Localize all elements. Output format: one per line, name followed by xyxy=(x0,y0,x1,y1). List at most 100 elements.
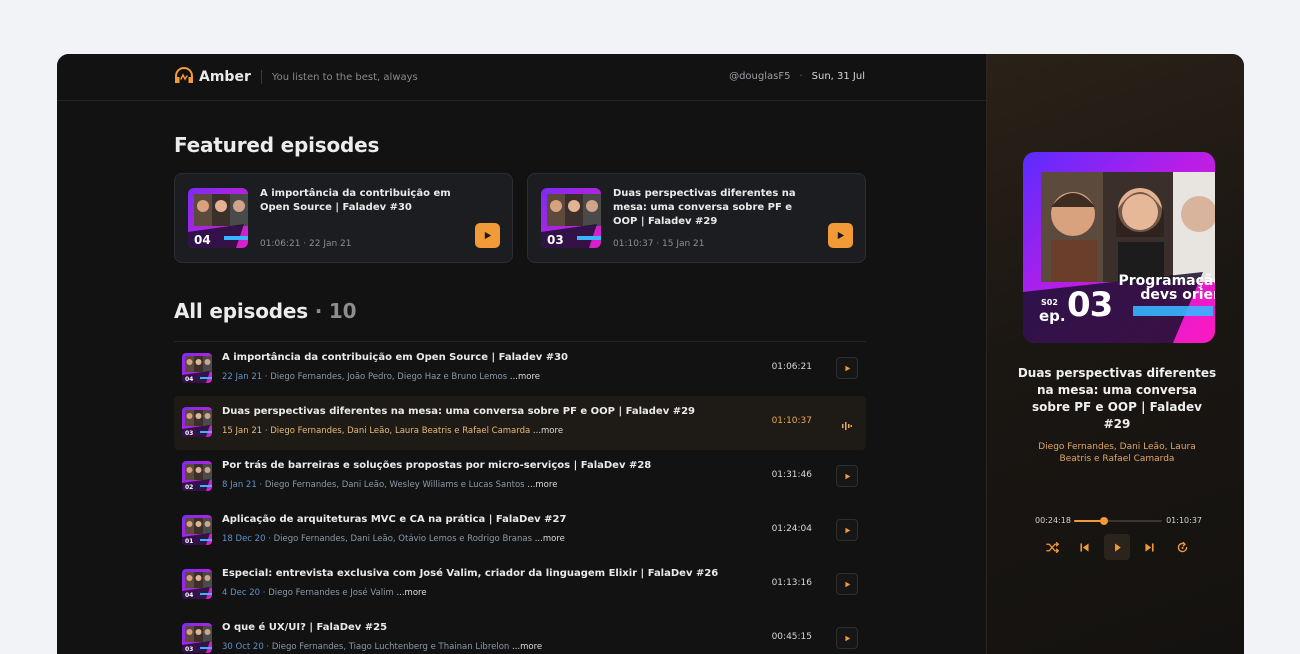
episode-count: · 10 xyxy=(314,299,357,323)
episode-title: Especial: entrevista exclusiva com José … xyxy=(222,568,719,579)
play-button[interactable] xyxy=(828,223,853,248)
previous-button[interactable] xyxy=(1072,534,1098,560)
episode-thumbnail: 03 xyxy=(182,623,212,653)
episode-authors: Diego Fernandes, Dani Leão, Otávio Lemos… xyxy=(273,534,533,544)
progress-row: 00:24:18 01:10:37 xyxy=(1035,514,1202,526)
progress-knob[interactable] xyxy=(1100,517,1109,525)
episode-title: Por trás de barreiras e soluções propost… xyxy=(222,460,652,471)
episode-meta: 18 Dec 20 · Diego Fernandes, Dani Leão, … xyxy=(222,534,565,544)
featured-episode-title: Duas perspectivas diferentes na mesa: um… xyxy=(613,188,796,227)
episode-title: A importância da contribuição em Open So… xyxy=(222,352,569,363)
episode-date: 22 Jan 21 xyxy=(222,372,263,382)
episode-thumbnail: 04 xyxy=(188,188,248,248)
svg-text:03: 03 xyxy=(547,233,564,247)
svg-text:04: 04 xyxy=(185,592,193,599)
current-date: Sun, 31 Jul xyxy=(811,71,865,82)
episode-row[interactable]: 03 Duas perspectivas diferentes na mesa:… xyxy=(174,396,866,450)
svg-text:04: 04 xyxy=(194,233,211,247)
episode-thumbnail: 03 xyxy=(182,407,212,437)
episode-row[interactable]: 04 A importância da contribuição em Open… xyxy=(174,342,866,396)
row-play-button[interactable] xyxy=(836,357,858,379)
episode-date: 30 Oct 20 xyxy=(222,642,264,652)
more-link[interactable]: ...more xyxy=(512,642,542,652)
play-pause-button[interactable] xyxy=(1104,534,1130,560)
episode-thumbnail: 04 xyxy=(182,569,212,599)
featured-card[interactable]: 04 A importância da contribuição em Open… xyxy=(174,173,513,263)
episode-date: 8 Jan 21 xyxy=(222,480,257,490)
tagline: You listen to the best, always xyxy=(271,71,418,83)
brand-name: Amber xyxy=(199,69,251,85)
featured-card[interactable]: 03 Duas perspectivas diferentes na mesa:… xyxy=(527,173,866,263)
cover-ep-label: ep. xyxy=(1039,307,1066,325)
headphones-logo-icon xyxy=(174,67,194,87)
row-play-button[interactable] xyxy=(836,573,858,595)
episode-thumbnail: 03 xyxy=(541,188,601,248)
progress-bar[interactable] xyxy=(1074,517,1162,525)
episode-row[interactable]: 03 O que é UX/UI? | FalaDev #25 30 Oct 2… xyxy=(174,612,866,654)
total-time: 01:10:37 xyxy=(1166,516,1202,525)
episode-duration: 01:13:16 xyxy=(771,578,812,588)
player-controls xyxy=(1039,534,1195,560)
episode-authors: Diego Fernandes e José Valim xyxy=(268,588,394,598)
svg-text:04: 04 xyxy=(185,376,193,383)
more-link[interactable]: ...more xyxy=(396,588,426,598)
row-play-button[interactable] xyxy=(836,465,858,487)
more-link[interactable]: ...more xyxy=(533,426,563,436)
svg-text:03: 03 xyxy=(185,430,193,437)
brand[interactable]: Amber You listen to the best, always xyxy=(174,67,418,87)
more-link[interactable]: ...more xyxy=(527,480,557,490)
username[interactable]: @douglasF5 xyxy=(729,71,790,82)
cover-season: S02 xyxy=(1041,298,1058,307)
episode-thumbnail: 04 xyxy=(182,353,212,383)
episode-duration: 01:31:46 xyxy=(771,470,812,480)
now-playing-title: Duas perspectivas diferentes na mesa: um… xyxy=(1017,366,1217,431)
more-link[interactable]: ...more xyxy=(535,534,565,544)
episode-date: 4 Dec 20 xyxy=(222,588,261,598)
main-content: Amber You listen to the best, always @do… xyxy=(57,54,986,654)
episode-thumbnail: 02 xyxy=(182,461,212,491)
top-header: Amber You listen to the best, always @do… xyxy=(57,54,986,101)
episode-list: 04 A importância da contribuição em Open… xyxy=(174,341,866,654)
repeat-icon xyxy=(1177,541,1187,552)
play-icon xyxy=(844,635,850,641)
episode-meta: 8 Jan 21 · Diego Fernandes, Dani Leão, W… xyxy=(222,480,558,490)
next-button[interactable] xyxy=(1137,534,1163,560)
episode-authors: Diego Fernandes, Dani Leão, Laura Beatri… xyxy=(270,426,531,436)
shuffle-button[interactable] xyxy=(1039,534,1065,560)
svg-text:01: 01 xyxy=(185,538,193,545)
play-icon xyxy=(484,231,492,240)
featured-episode-meta: 01:06:21 · 22 Jan 21 xyxy=(260,239,352,249)
play-button[interactable] xyxy=(475,223,500,248)
play-icon xyxy=(844,581,850,587)
shuffle-icon xyxy=(1045,541,1059,553)
episode-thumbnail: 01 xyxy=(182,515,212,545)
separator-dot: · xyxy=(799,71,803,82)
row-play-button[interactable] xyxy=(836,627,858,649)
row-play-button[interactable] xyxy=(836,519,858,541)
waveform-icon xyxy=(842,416,852,435)
current-time: 00:24:18 xyxy=(1035,516,1071,525)
repeat-button[interactable] xyxy=(1169,534,1195,560)
cover-ep-number: 03 xyxy=(1067,285,1113,325)
featured-title: Featured episodes xyxy=(174,133,380,157)
play-icon xyxy=(837,231,845,240)
all-episodes-title: All episodes · 10 xyxy=(174,299,357,323)
app-window: Amber You listen to the best, always @do… xyxy=(57,54,1244,654)
episode-row[interactable]: 01 Aplicação de arquiteturas MVC e CA na… xyxy=(174,504,866,558)
cover-text: Programação devs orien xyxy=(1118,273,1215,303)
episode-row[interactable]: 02 Por trás de barreiras e soluções prop… xyxy=(174,450,866,504)
play-icon xyxy=(844,365,850,371)
more-link[interactable]: ...more xyxy=(510,372,540,382)
play-icon xyxy=(844,527,850,533)
play-icon xyxy=(844,473,850,479)
episode-authors: Diego Fernandes, João Pedro, Diego Haz e… xyxy=(270,372,508,382)
episode-authors: Diego Fernandes, Dani Leão, Wesley Willi… xyxy=(264,480,525,490)
svg-text:02: 02 xyxy=(185,484,193,491)
featured-episode-title: A importância da contribuição em Open So… xyxy=(260,188,451,213)
header-divider xyxy=(260,70,262,84)
user-meta: @douglasF5 · Sun, 31 Jul xyxy=(729,71,865,82)
all-episodes-label: All episodes xyxy=(174,299,308,323)
episode-row[interactable]: 04 Especial: entrevista exclusiva com Jo… xyxy=(174,558,866,612)
cover-art: S02 ep. 03 Programação devs orien xyxy=(1023,152,1215,343)
episode-title: Duas perspectivas diferentes na mesa: um… xyxy=(222,406,696,417)
